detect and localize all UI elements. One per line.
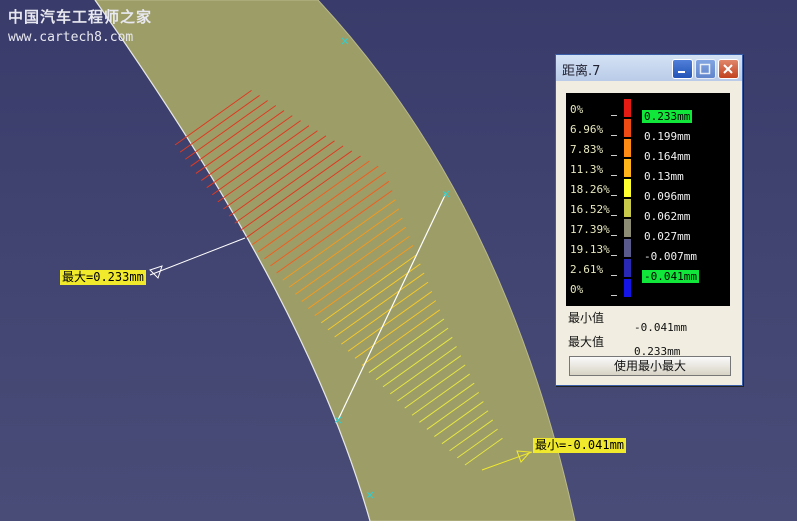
legend-value[interactable]: 0.096mm — [642, 190, 692, 203]
legend-percent: 0% — [570, 103, 584, 116]
watermark-title: 中国汽车工程师之家 — [8, 8, 153, 26]
legend-swatch[interactable] — [624, 179, 631, 197]
use-min-max-button[interactable]: 使用最小最大 — [569, 356, 731, 376]
legend-tick — [611, 195, 617, 196]
watermark-url: www.cartech8.com — [8, 30, 134, 45]
dialog-titlebar[interactable]: 距离.7 — [556, 55, 742, 81]
legend-swatch[interactable] — [624, 139, 631, 157]
min-value-label: 最小值 — [568, 311, 605, 325]
legend-swatch[interactable] — [624, 199, 631, 217]
minimize-button[interactable] — [672, 59, 693, 79]
legend-tick — [611, 255, 617, 256]
minimize-icon — [678, 71, 685, 73]
legend-swatch[interactable] — [624, 99, 631, 117]
legend-swatch[interactable] — [624, 279, 631, 297]
legend-percent: 17.39% — [570, 223, 610, 236]
min-value: -0.041mm — [634, 321, 687, 334]
distance-dialog: 距离.7 0% 0.233mm 6.96% 0.199mm 7.83% 0.164mm 11… — [555, 54, 743, 386]
legend-value[interactable]: 0.13mm — [642, 170, 686, 183]
legend-tick — [611, 175, 617, 176]
legend-swatch[interactable] — [624, 119, 631, 137]
legend-tick — [611, 115, 617, 116]
color-legend: 0% 0.233mm 6.96% 0.199mm 7.83% 0.164mm 11.3% 0.… — [566, 93, 730, 306]
min-annotation[interactable]: 最小=-0.041mm — [533, 438, 627, 453]
legend-value[interactable]: -0.007mm — [642, 250, 699, 263]
legend-percent: 7.83% — [570, 143, 604, 156]
maximize-button[interactable] — [695, 59, 716, 79]
legend-swatch[interactable] — [624, 239, 631, 257]
dialog-title: 距离.7 — [562, 64, 601, 79]
legend-swatch[interactable] — [624, 159, 631, 177]
legend-tick — [611, 135, 617, 136]
legend-swatch[interactable] — [624, 219, 631, 237]
legend-percent: 18.26% — [570, 183, 610, 196]
legend-value[interactable]: 0.027mm — [642, 230, 692, 243]
maximize-icon — [699, 63, 711, 75]
legend-percent: 16.52% — [570, 203, 610, 216]
legend-tick — [611, 215, 617, 216]
legend-value[interactable]: 0.164mm — [642, 150, 692, 163]
legend-value[interactable]: -0.041mm — [642, 270, 699, 283]
legend-value[interactable]: 0.062mm — [642, 210, 692, 223]
close-icon — [723, 64, 733, 74]
legend-percent: 11.3% — [570, 163, 604, 176]
legend-tick — [611, 275, 617, 276]
legend-tick — [611, 155, 617, 156]
legend-swatch[interactable] — [624, 259, 631, 277]
legend-tick — [611, 235, 617, 236]
legend-tick — [611, 295, 617, 296]
legend-percent: 0% — [570, 283, 584, 296]
max-value-label: 最大值 — [568, 335, 605, 349]
legend-percent: 6.96% — [570, 123, 604, 136]
max-annotation[interactable]: 最大=0.233mm — [60, 270, 146, 285]
legend-percent: 19.13% — [570, 243, 610, 256]
legend-value[interactable]: 0.199mm — [642, 130, 692, 143]
legend-percent: 2.61% — [570, 263, 604, 276]
legend-value[interactable]: 0.233mm — [642, 110, 693, 123]
close-button[interactable] — [718, 59, 739, 79]
